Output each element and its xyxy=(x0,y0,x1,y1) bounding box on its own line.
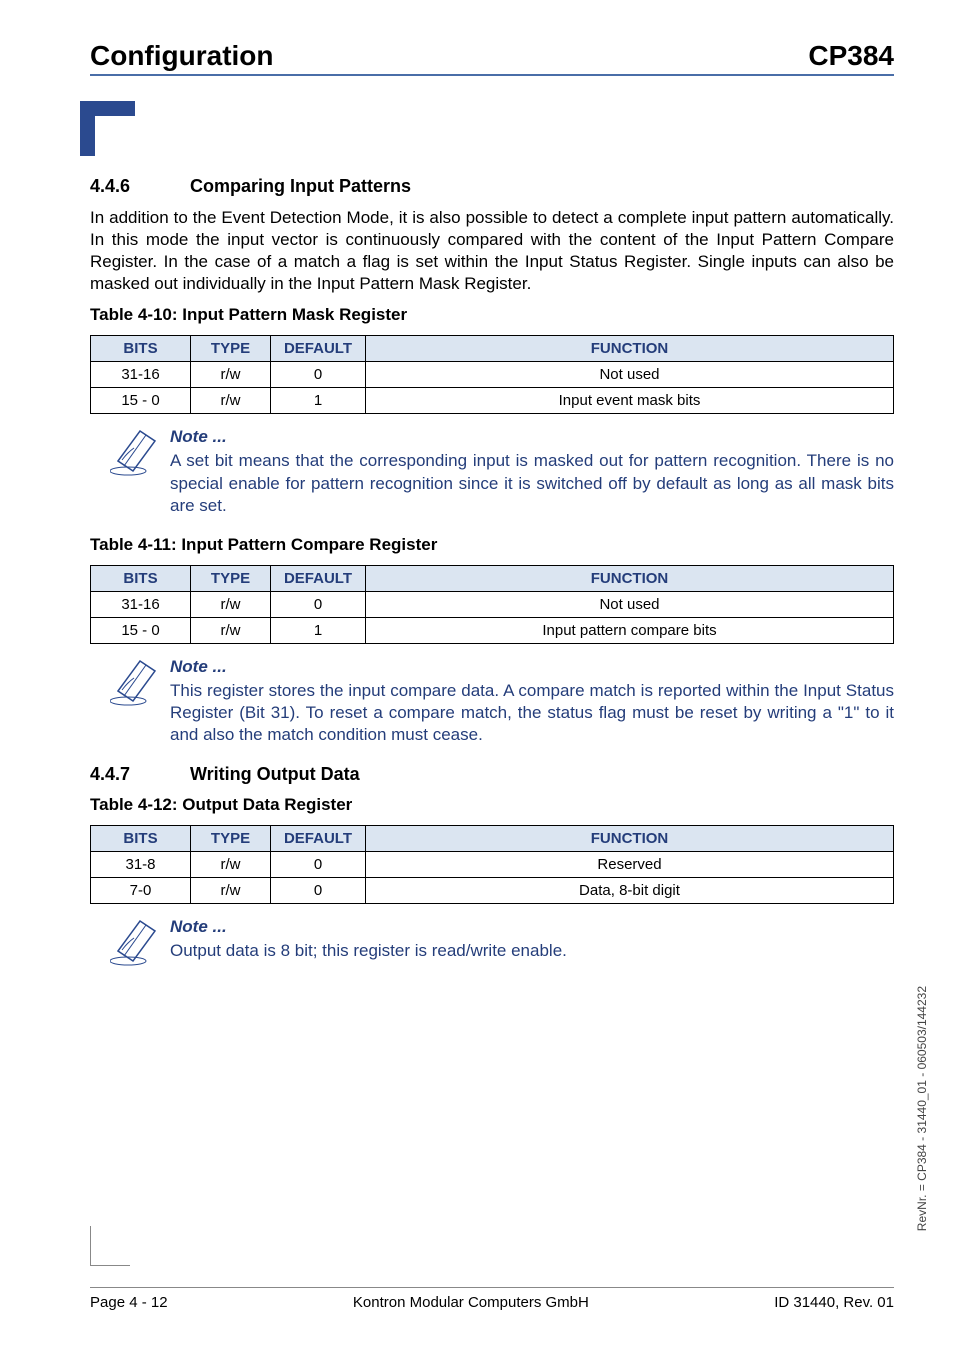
col-function: FUNCTION xyxy=(366,336,894,362)
table-row: 31-16 r/w 0 Not used xyxy=(91,591,894,617)
col-bits: BITS xyxy=(91,826,191,852)
table-row: 7-0 r/w 0 Data, 8-bit digit xyxy=(91,878,894,904)
section-paragraph: In addition to the Event Detection Mode,… xyxy=(90,207,894,295)
col-type: TYPE xyxy=(191,565,271,591)
table-caption-4-10: Table 4-10: Input Pattern Mask Register xyxy=(90,305,894,325)
table-4-12: BITS TYPE DEFAULT FUNCTION 31-8 r/w 0 Re… xyxy=(90,825,894,904)
note-icon xyxy=(110,426,170,516)
table-row: 31-8 r/w 0 Reserved xyxy=(91,852,894,878)
section-number: 4.4.7 xyxy=(90,764,190,785)
section-title: Comparing Input Patterns xyxy=(190,176,411,197)
table-caption-4-11: Table 4-11: Input Pattern Compare Regist… xyxy=(90,535,894,555)
section-title: Writing Output Data xyxy=(190,764,360,785)
col-type: TYPE xyxy=(191,336,271,362)
note-body: Note ... Output data is 8 bit; this regi… xyxy=(170,916,894,971)
col-default: DEFAULT xyxy=(271,565,366,591)
col-type: TYPE xyxy=(191,826,271,852)
note-text: Output data is 8 bit; this register is r… xyxy=(170,940,894,962)
table-row: 31-16 r/w 0 Not used xyxy=(91,362,894,388)
table-row: 15 - 0 r/w 1 Input pattern compare bits xyxy=(91,617,894,643)
section-number: 4.4.6 xyxy=(90,176,190,197)
page-corner-mark xyxy=(90,1226,130,1271)
page-header: Configuration CP384 xyxy=(90,40,894,76)
product-code: CP384 xyxy=(808,40,894,72)
brand-logo xyxy=(80,101,894,156)
table-header-row: BITS TYPE DEFAULT FUNCTION xyxy=(91,336,894,362)
note-block: Note ... This register stores the input … xyxy=(110,656,894,746)
table-row: 15 - 0 r/w 1 Input event mask bits xyxy=(91,388,894,414)
revision-sidebar: RevNr. = CP384 - 31440_01 - 060503/14423… xyxy=(915,986,929,1231)
footer-page: Page 4 - 12 xyxy=(90,1294,168,1311)
note-icon xyxy=(110,916,170,971)
table-header-row: BITS TYPE DEFAULT FUNCTION xyxy=(91,826,894,852)
section-heading-4-4-7: 4.4.7 Writing Output Data xyxy=(90,764,894,785)
page-footer: Page 4 - 12 Kontron Modular Computers Gm… xyxy=(90,1287,894,1311)
note-body: Note ... This register stores the input … xyxy=(170,656,894,746)
note-icon xyxy=(110,656,170,746)
note-text: A set bit means that the corresponding i… xyxy=(170,450,894,516)
col-bits: BITS xyxy=(91,336,191,362)
note-title: Note ... xyxy=(170,916,894,938)
table-header-row: BITS TYPE DEFAULT FUNCTION xyxy=(91,565,894,591)
note-block: Note ... A set bit means that the corres… xyxy=(110,426,894,516)
col-default: DEFAULT xyxy=(271,336,366,362)
chapter-title: Configuration xyxy=(90,40,274,72)
note-text: This register stores the input compare d… xyxy=(170,680,894,746)
table-4-10: BITS TYPE DEFAULT FUNCTION 31-16 r/w 0 N… xyxy=(90,335,894,414)
col-default: DEFAULT xyxy=(271,826,366,852)
table-caption-4-12: Table 4-12: Output Data Register xyxy=(90,795,894,815)
footer-company: Kontron Modular Computers GmbH xyxy=(353,1294,589,1311)
col-function: FUNCTION xyxy=(366,826,894,852)
note-body: Note ... A set bit means that the corres… xyxy=(170,426,894,516)
note-title: Note ... xyxy=(170,656,894,678)
note-title: Note ... xyxy=(170,426,894,448)
footer-docid: ID 31440, Rev. 01 xyxy=(774,1294,894,1311)
note-block: Note ... Output data is 8 bit; this regi… xyxy=(110,916,894,971)
section-heading-4-4-6: 4.4.6 Comparing Input Patterns xyxy=(90,176,894,197)
col-bits: BITS xyxy=(91,565,191,591)
table-4-11: BITS TYPE DEFAULT FUNCTION 31-16 r/w 0 N… xyxy=(90,565,894,644)
col-function: FUNCTION xyxy=(366,565,894,591)
